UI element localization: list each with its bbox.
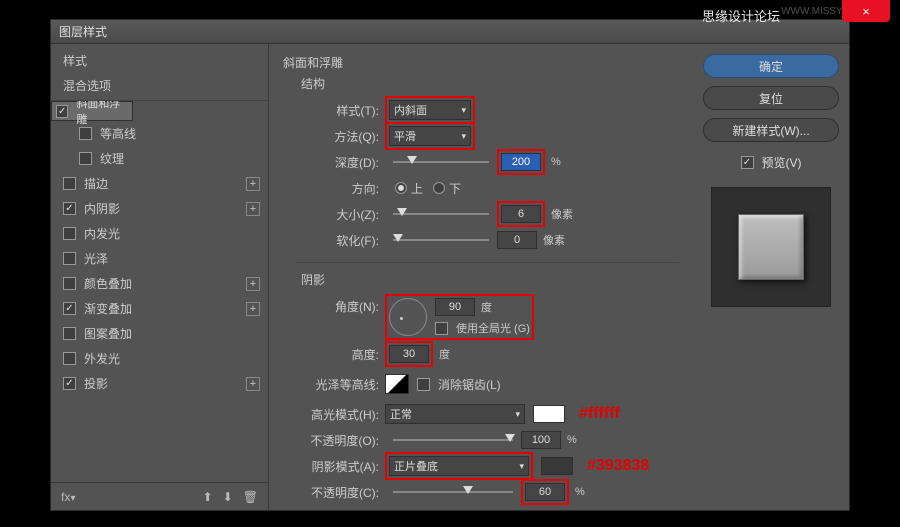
checkbox-icon[interactable]	[56, 105, 68, 118]
checkbox-icon[interactable]	[63, 277, 76, 290]
sidebar-blend-options[interactable]: 混合选项	[51, 73, 268, 101]
sidebar-item-texture[interactable]: 纹理	[51, 146, 268, 171]
plus-icon[interactable]: +	[246, 302, 260, 316]
size-slider[interactable]	[393, 208, 489, 220]
soften-input[interactable]	[497, 231, 537, 249]
shadow-color-swatch[interactable]	[541, 457, 573, 475]
section-title: 斜面和浮雕	[283, 54, 679, 71]
soften-label: 软化(F):	[307, 232, 385, 249]
plus-icon[interactable]: +	[246, 177, 260, 191]
pixel-unit: 像素	[543, 232, 565, 248]
soften-slider[interactable]	[393, 234, 489, 246]
sidebar-footer: fx▾ ⬆ ⬇ 🗑	[51, 482, 268, 510]
gloss-contour-picker[interactable]	[385, 374, 409, 394]
sidebar-style-list: 斜面和浮雕 等高线 纹理 描边+ 内阴影+ 内发光 光泽 颜色叠加+ 渐变叠加+…	[51, 101, 268, 482]
method-label: 方法(Q):	[307, 128, 385, 145]
checkbox-icon[interactable]	[63, 202, 76, 215]
plus-icon[interactable]: +	[246, 277, 260, 291]
checkbox-icon[interactable]	[63, 177, 76, 190]
highlight-mode-label: 高光模式(H):	[307, 406, 385, 423]
checkbox-icon[interactable]	[79, 152, 92, 165]
ok-button[interactable]: 确定	[703, 54, 839, 78]
shadow-opacity-slider[interactable]	[393, 486, 513, 498]
style-label: 样式(T):	[307, 102, 385, 119]
sidebar-item-drop-shadow[interactable]: 投影+	[51, 371, 268, 396]
preview-box	[711, 187, 831, 307]
direction-label: 方向:	[307, 180, 385, 197]
shading-group-title: 阴影	[301, 271, 679, 288]
altitude-label: 高度:	[307, 346, 385, 363]
direction-down-radio[interactable]	[433, 182, 445, 194]
dialog-right-panel: 确定 复位 新建样式(W)... 预览(V)	[693, 44, 849, 510]
checkbox-icon[interactable]	[63, 352, 76, 365]
method-select[interactable]: 平滑▾	[389, 126, 471, 146]
sidebar-item-satin[interactable]: 光泽	[51, 246, 268, 271]
checkbox-icon[interactable]	[63, 377, 76, 390]
layer-style-dialog: 图层样式 样式 混合选项 斜面和浮雕 等高线 纹理 描边+ 内阴影+ 内发光 光…	[50, 19, 850, 511]
preview-swatch	[738, 214, 804, 280]
plus-icon[interactable]: +	[246, 377, 260, 391]
highlight-mode-select[interactable]: 正常▾	[385, 404, 525, 424]
highlight-color-swatch[interactable]	[533, 405, 565, 423]
checkbox-icon[interactable]	[63, 227, 76, 240]
sidebar-item-inner-glow[interactable]: 内发光	[51, 221, 268, 246]
sidebar-item-bevel[interactable]: 斜面和浮雕	[51, 101, 133, 121]
shadow-opacity-input[interactable]	[525, 483, 565, 501]
sidebar-item-color-overlay[interactable]: 颜色叠加+	[51, 271, 268, 296]
checkbox-icon[interactable]	[79, 127, 92, 140]
direction-up-radio[interactable]	[395, 182, 407, 194]
dialog-title: 图层样式	[59, 23, 107, 40]
trash-icon[interactable]: 🗑	[241, 488, 260, 506]
forum-overlay-text: 思缘设计论坛	[702, 6, 780, 25]
checkbox-icon[interactable]	[63, 302, 76, 315]
sidebar-item-inner-shadow[interactable]: 内阴影+	[51, 196, 268, 221]
sidebar-item-pattern-overlay[interactable]: 图案叠加	[51, 321, 268, 346]
checkbox-icon[interactable]	[63, 252, 76, 265]
arrow-up-icon[interactable]: ⬆	[201, 488, 215, 506]
style-select[interactable]: 内斜面▾	[389, 100, 471, 120]
angle-label: 角度(N):	[307, 294, 385, 315]
annotation-shadow-color: #393838	[587, 457, 649, 475]
global-light-checkbox[interactable]	[435, 322, 448, 335]
arrow-down-icon[interactable]: ⬇	[221, 488, 235, 506]
percent-unit: %	[551, 156, 561, 168]
size-input[interactable]	[501, 205, 541, 223]
plus-icon[interactable]: +	[246, 202, 260, 216]
altitude-input[interactable]	[389, 345, 429, 363]
pixel-unit: 像素	[551, 206, 573, 222]
shadow-mode-select[interactable]: 正片叠底▾	[389, 456, 529, 476]
preview-checkbox[interactable]	[741, 156, 754, 169]
chevron-down-icon: ▾	[461, 131, 466, 142]
sidebar-item-gradient-overlay[interactable]: 渐变叠加+	[51, 296, 268, 321]
sidebar-header: 样式	[51, 44, 268, 73]
checkbox-icon[interactable]	[63, 327, 76, 340]
shadow-opacity-label: 不透明度(C):	[307, 484, 385, 501]
size-label: 大小(Z):	[307, 206, 385, 223]
gloss-contour-label: 光泽等高线:	[307, 376, 385, 393]
structure-group-title: 结构	[301, 75, 679, 92]
highlight-opacity-input[interactable]	[521, 431, 561, 449]
depth-label: 深度(D):	[307, 154, 385, 171]
settings-panel: 斜面和浮雕 结构 样式(T): 内斜面▾ 方法(Q): 平滑▾ 深度(D):	[269, 44, 693, 510]
angle-input[interactable]	[435, 298, 475, 316]
depth-slider[interactable]	[393, 156, 489, 168]
highlight-opacity-slider[interactable]	[393, 434, 513, 446]
reset-button[interactable]: 复位	[703, 86, 839, 110]
chevron-down-icon: ▾	[519, 461, 524, 472]
fx-icon[interactable]: fx▾	[59, 488, 77, 506]
chevron-down-icon: ▾	[461, 105, 466, 116]
antialias-checkbox[interactable]	[417, 378, 430, 391]
angle-dial[interactable]	[389, 298, 427, 336]
highlight-opacity-label: 不透明度(O):	[307, 432, 385, 449]
depth-input[interactable]	[501, 153, 541, 171]
styles-sidebar: 样式 混合选项 斜面和浮雕 等高线 纹理 描边+ 内阴影+ 内发光 光泽 颜色叠…	[51, 44, 269, 510]
sidebar-item-stroke[interactable]: 描边+	[51, 171, 268, 196]
sidebar-item-outer-glow[interactable]: 外发光	[51, 346, 268, 371]
shadow-mode-label: 阴影模式(A):	[307, 458, 385, 475]
new-style-button[interactable]: 新建样式(W)...	[703, 118, 839, 142]
window-close-button[interactable]: ×	[842, 0, 890, 22]
chevron-down-icon: ▾	[515, 409, 520, 420]
annotation-highlight-color: #ffffff	[579, 405, 620, 423]
